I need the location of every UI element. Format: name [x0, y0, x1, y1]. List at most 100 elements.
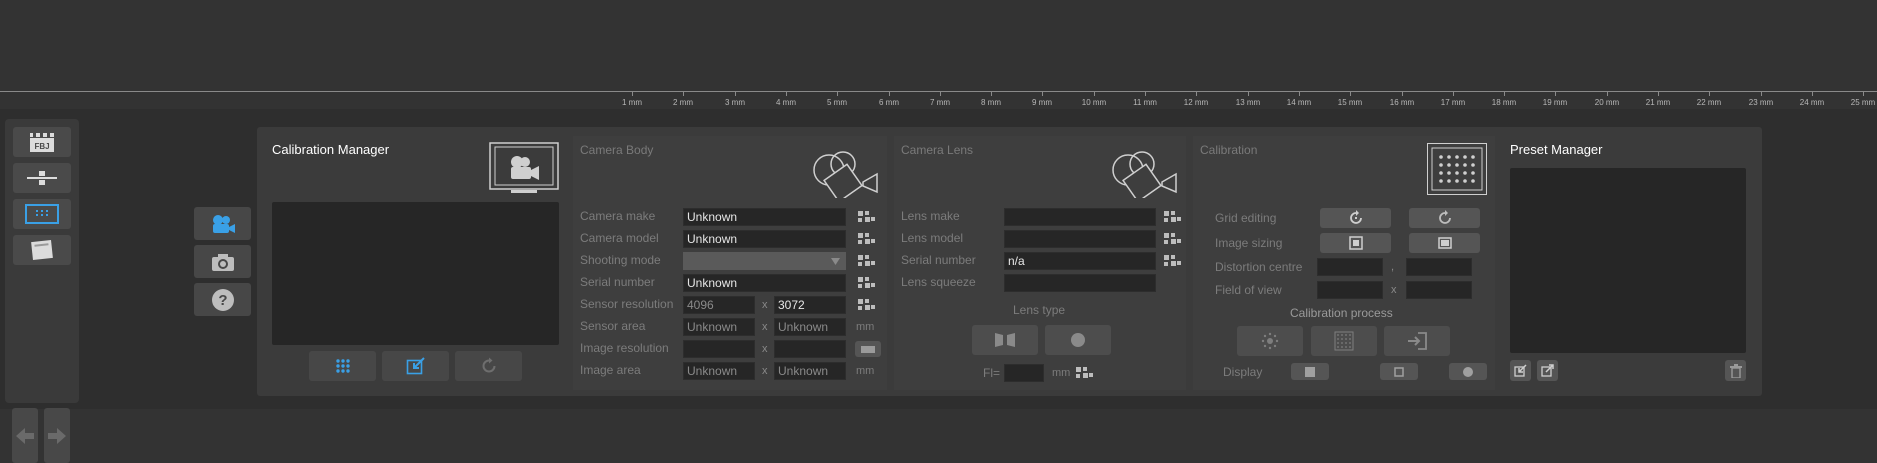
image-res-height-field[interactable]	[774, 340, 846, 358]
ruler-tick	[1402, 92, 1403, 96]
lens-model-field[interactable]	[1004, 230, 1156, 248]
ruler-tick	[1761, 92, 1762, 96]
forward-arrow-button[interactable]	[44, 408, 70, 463]
ruler-tick	[786, 92, 787, 96]
distortion-centre-y-field[interactable]	[1406, 258, 1472, 276]
help-glyph: ?	[218, 292, 227, 309]
camera-icon	[212, 214, 235, 233]
sensor-res-width-field[interactable]: 4096	[683, 296, 755, 314]
lens-serial-field[interactable]: n/a	[1004, 252, 1156, 270]
ruler-label: 17 mm	[1440, 98, 1466, 107]
display-dot-button[interactable]	[1449, 363, 1487, 380]
image-res-x: x	[762, 343, 768, 355]
ruler-tick	[1196, 92, 1197, 96]
preset-grid-icon[interactable]	[1163, 254, 1181, 268]
preset-grid-icon[interactable]	[1163, 232, 1181, 246]
calibration-list[interactable]	[272, 202, 559, 345]
calibration-process-label: Calibration process	[1290, 306, 1393, 320]
back-arrow-button[interactable]	[12, 408, 38, 463]
focal-length-field[interactable]	[1004, 364, 1044, 382]
ruler-tick	[1709, 92, 1710, 96]
field-of-view-v-field[interactable]	[1406, 281, 1472, 299]
sensor-res-height-field[interactable]: 3072	[774, 296, 846, 314]
serial-number-label: Serial number	[580, 275, 655, 289]
ruler-tick	[1504, 92, 1505, 96]
rotate-icon	[1438, 210, 1451, 224]
process-apply-button[interactable]	[1384, 326, 1450, 356]
preset-grid-icon[interactable]	[857, 254, 875, 268]
import-button[interactable]	[382, 351, 449, 381]
ruler-label: 14 mm	[1286, 98, 1312, 107]
field-of-view-x: x	[1391, 284, 1397, 296]
preset-grid-icon[interactable]	[1075, 366, 1093, 380]
ruler-tick	[1042, 92, 1043, 96]
preset-grid-icon[interactable]	[857, 298, 875, 312]
import-icon	[1514, 364, 1527, 377]
display-square-button[interactable]	[1291, 363, 1329, 380]
camera-make-field[interactable]: Unknown	[683, 208, 846, 226]
ruler-tick	[837, 92, 838, 96]
grid-frame-button[interactable]	[13, 199, 71, 229]
preset-delete-button[interactable]	[1725, 360, 1746, 381]
process-detect-button[interactable]	[1237, 326, 1303, 356]
preset-list[interactable]	[1510, 168, 1746, 353]
image-sizing-fill-button[interactable]	[1409, 233, 1480, 253]
distortion-centre-label: Distortion centre	[1215, 260, 1303, 274]
display-outline-button[interactable]	[1380, 363, 1418, 380]
shooting-mode-select[interactable]	[683, 252, 846, 270]
camera-model-field[interactable]: Unknown	[683, 230, 846, 248]
image-area-height-field[interactable]: Unknown	[774, 362, 846, 380]
lens-squeeze-field[interactable]	[1004, 274, 1156, 292]
preset-grid-icon[interactable]	[857, 210, 875, 224]
clapper-label: FBJ	[34, 142, 49, 151]
calibration-title: Calibration	[1200, 143, 1258, 157]
serial-number-field[interactable]: Unknown	[683, 274, 846, 292]
camera-nav-button[interactable]	[194, 207, 251, 240]
ruler-label: 25 mm	[1850, 98, 1876, 107]
left-toolbar: FBJ	[5, 119, 79, 463]
grid-edit-reset-button[interactable]	[1409, 208, 1480, 228]
process-grid-button[interactable]	[1311, 326, 1377, 356]
ruler-tick	[1555, 92, 1556, 96]
filled-circle-icon	[1463, 366, 1473, 377]
horizon-button[interactable]	[13, 163, 71, 193]
preset-manager-title: Preset Manager	[1510, 142, 1603, 157]
ruler-label: 13 mm	[1235, 98, 1261, 107]
sensor-area-unit: mm	[856, 321, 875, 333]
enter-icon	[1408, 332, 1427, 350]
reset-button[interactable]	[455, 351, 522, 381]
dot-grid-icon	[1334, 331, 1354, 351]
field-of-view-h-field[interactable]	[1317, 281, 1383, 299]
lens-make-field[interactable]	[1004, 208, 1156, 226]
grid-edit-add-button[interactable]	[1320, 208, 1391, 228]
image-res-toggle[interactable]	[855, 341, 881, 357]
display-label: Display	[1223, 365, 1263, 379]
sensor-area-x: x	[762, 321, 768, 333]
ruler-tick	[1094, 92, 1095, 96]
lens-type-label: Lens type	[1013, 303, 1066, 317]
image-res-width-field[interactable]	[683, 340, 755, 358]
preset-grid-icon[interactable]	[857, 276, 875, 290]
preset-grid-icon[interactable]	[1163, 210, 1181, 224]
monitor-camera-icon	[489, 142, 559, 198]
rotate-plus-icon	[1349, 210, 1362, 224]
grid-points-button[interactable]	[309, 351, 376, 381]
lens-type-fisheye-button[interactable]	[1045, 325, 1111, 355]
preset-import-button[interactable]	[1510, 360, 1531, 381]
note-button[interactable]	[13, 235, 71, 265]
preset-export-button[interactable]	[1537, 360, 1558, 381]
image-sizing-fit-button[interactable]	[1320, 233, 1391, 253]
image-area-width-field[interactable]: Unknown	[683, 362, 755, 380]
photo-nav-button[interactable]	[194, 245, 251, 278]
ruler-label: 24 mm	[1799, 98, 1825, 107]
preset-grid-icon[interactable]	[857, 232, 875, 246]
sensor-area-width-field[interactable]: Unknown	[683, 318, 755, 336]
lens-type-rectilinear-button[interactable]	[972, 325, 1038, 355]
help-nav-button[interactable]: ?	[194, 283, 251, 316]
sun-dots-icon	[1261, 332, 1279, 350]
rectilinear-lens-icon	[995, 333, 1015, 347]
clapperboard-button[interactable]: FBJ	[13, 127, 71, 157]
distortion-centre-x-field[interactable]	[1317, 258, 1383, 276]
sensor-area-height-field[interactable]: Unknown	[774, 318, 846, 336]
ruler-label: 19 mm	[1542, 98, 1568, 107]
